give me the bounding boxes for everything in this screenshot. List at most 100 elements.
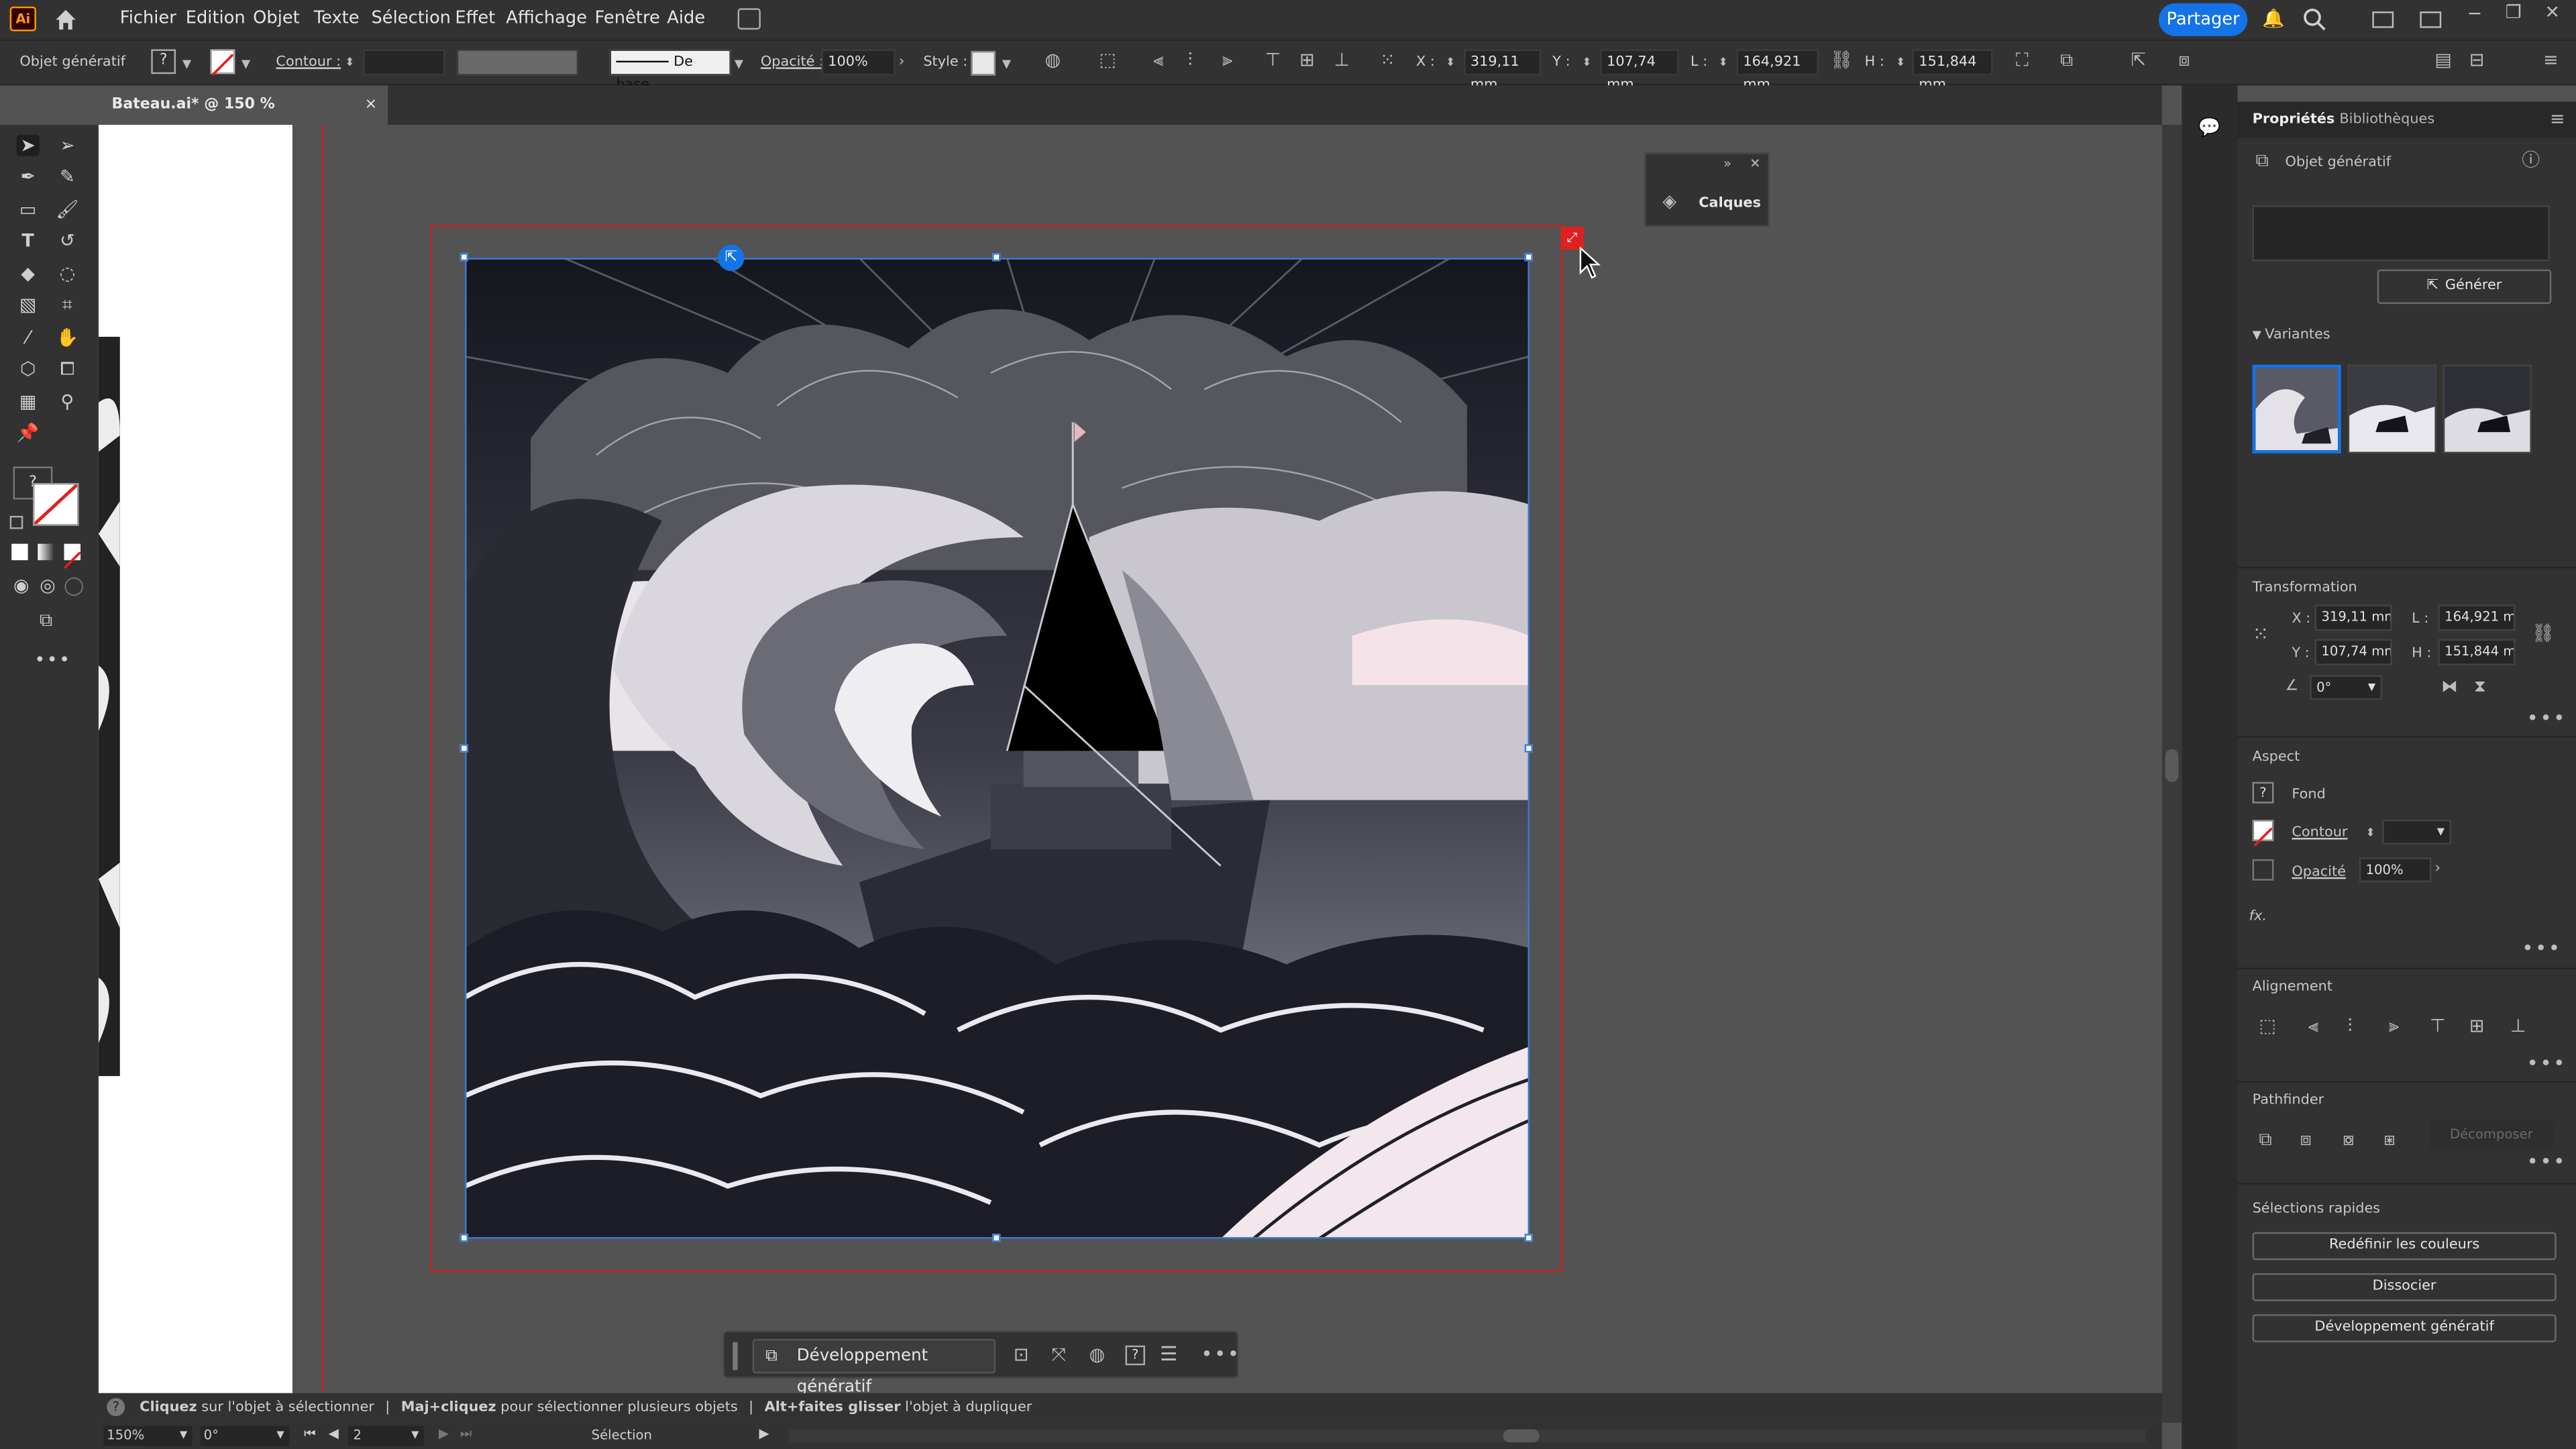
share-button[interactable]: Partager xyxy=(2158,3,2248,36)
document-tab[interactable]: Bateau.ai* @ 150 % (RVB/Aperçu) × xyxy=(98,85,388,153)
constrain-proportions-icon[interactable]: ⛓ xyxy=(1830,50,1853,70)
export-icon[interactable]: ⇱ xyxy=(2131,50,2146,70)
generate-button[interactable]: ⇱ Générer xyxy=(2377,269,2552,305)
curvature-tool-icon[interactable]: ✎ xyxy=(56,166,78,187)
align-right-icon[interactable]: ⫸ xyxy=(1222,50,1232,70)
resize-handle-tl[interactable] xyxy=(460,253,468,262)
layers-icon[interactable]: ◈ xyxy=(1662,191,1676,212)
angle-input[interactable]: 0° ▼ xyxy=(2310,675,2383,700)
panel-layout-icon[interactable] xyxy=(2420,11,2442,28)
menu-effet[interactable]: Effet xyxy=(455,8,495,28)
align-bottom-icon[interactable]: ⊥ xyxy=(1334,50,1350,70)
stroke-weight-input[interactable] xyxy=(363,49,445,76)
align-vcenter-icon[interactable]: ⊞ xyxy=(1299,50,1315,70)
direct-selection-tool-icon[interactable]: ➢ xyxy=(56,135,78,156)
zoom-select[interactable]: 150% ▼ xyxy=(103,1426,193,1446)
selection-tool-icon[interactable]: ➤ xyxy=(16,134,40,156)
eyedropper-tool-icon[interactable]: ⁄ xyxy=(16,327,39,348)
aspect-opacity-input[interactable]: 100% xyxy=(2359,857,2432,883)
align-bottom-icon[interactable]: ⊥ xyxy=(2510,1016,2526,1036)
search-icon[interactable] xyxy=(2303,8,2326,31)
comments-icon[interactable]: 💬 xyxy=(2198,117,2221,138)
artboard-1[interactable] xyxy=(98,125,292,1393)
next-artboard-icon[interactable]: ▶ xyxy=(439,1426,449,1441)
status-menu-arrow-icon[interactable]: ▶ xyxy=(759,1426,769,1441)
aspect-opacity-label[interactable]: Opacité xyxy=(2292,864,2346,880)
transform-h-input[interactable]: 151,844 mm xyxy=(2438,639,2516,665)
info-icon[interactable]: ⓘ xyxy=(2522,150,2540,170)
stepper-icon[interactable]: ⬍ xyxy=(1446,52,1455,72)
transform-w-input[interactable]: 164,921 mm xyxy=(2438,604,2516,631)
flip-horizontal-icon[interactable]: ⧓ xyxy=(2441,678,2457,698)
close-panel-icon[interactable]: ✕ xyxy=(1750,154,1760,174)
resize-handle-bl[interactable] xyxy=(460,1234,468,1242)
none-mode-icon[interactable] xyxy=(63,543,82,570)
stroke-swatch[interactable] xyxy=(210,49,235,76)
stroke-color-icon[interactable] xyxy=(32,483,79,526)
chevron-right-icon[interactable]: › xyxy=(2434,859,2440,879)
menu-fichier[interactable]: Fichier xyxy=(120,8,176,28)
help-icon[interactable]: ? xyxy=(1125,1345,1145,1366)
variants-title[interactable]: ▼ Variantes xyxy=(2253,327,2330,343)
calques-title[interactable]: Calques xyxy=(1699,195,1761,211)
brush-tool-icon[interactable]: 🖌 xyxy=(56,199,78,220)
align-top-icon[interactable]: ⊤ xyxy=(1265,50,1281,70)
expand-icon[interactable]: ⤧ xyxy=(1051,1345,1066,1365)
more-aspect-options-icon[interactable]: ••• xyxy=(2522,936,2561,959)
align-panel-icon[interactable]: ⊟ xyxy=(2469,50,2485,70)
panel-menu-icon[interactable]: ≡ xyxy=(2550,109,2565,129)
recolor-button[interactable]: Redéfinir les couleurs xyxy=(2252,1232,2557,1260)
isolate-icon[interactable]: ⧈ xyxy=(2178,50,2190,70)
pen-tool-icon[interactable]: ✒ xyxy=(16,166,39,187)
align-to-icon[interactable]: ⬚ xyxy=(2259,1016,2275,1036)
gradient-tool-icon[interactable]: ▧ xyxy=(16,294,39,315)
resize-handle-br[interactable] xyxy=(1524,1234,1533,1242)
align-top-icon[interactable]: ⊤ xyxy=(2430,1016,2445,1036)
transform-y-input[interactable]: 107,74 mm xyxy=(2314,639,2392,665)
style-swatch[interactable] xyxy=(971,50,996,76)
zoom-tool-icon[interactable]: ⚲ xyxy=(56,391,78,413)
menu-objet[interactable]: Objet xyxy=(253,8,300,28)
draw-normal-icon[interactable]: ◉ xyxy=(10,575,33,596)
type-tool-icon[interactable]: T xyxy=(16,230,39,252)
more-tools-icon[interactable]: ••• xyxy=(34,649,70,670)
stepper-icon[interactable]: ⬍ xyxy=(1719,52,1728,72)
more-options-icon[interactable]: ••• xyxy=(1201,1342,1240,1365)
menu-aide[interactable]: Aide xyxy=(667,8,705,28)
aspect-stroke-swatch[interactable] xyxy=(2252,820,2274,847)
ungroup-button[interactable]: Dissocier xyxy=(2252,1273,2557,1301)
align-left-icon[interactable]: ⫷ xyxy=(2308,1016,2318,1036)
warp-icon[interactable]: ⧉ xyxy=(2060,50,2073,70)
rectangle-tool-icon[interactable]: ▭ xyxy=(16,199,39,220)
recolor-icon[interactable]: ◍ xyxy=(1089,1345,1106,1365)
tab-proprietes[interactable]: Propriétés xyxy=(2253,112,2335,128)
aspect-stroke-weight-input[interactable]: ▼ xyxy=(2382,820,2451,845)
opacity-input[interactable]: 100% xyxy=(821,49,896,76)
resize-handle-t[interactable] xyxy=(992,253,1001,262)
scroll-thumb[interactable] xyxy=(2165,749,2179,782)
align-to-icon[interactable]: ⬚ xyxy=(1099,50,1116,70)
opacity-label[interactable]: Opacité : xyxy=(761,54,824,70)
resize-handle-b[interactable] xyxy=(992,1234,1001,1242)
transform-x-input[interactable]: 319,11 mm xyxy=(2314,604,2392,631)
calques-panel[interactable]: » ✕ ◈ Calques xyxy=(1644,152,1770,227)
stepper-icon[interactable]: ⬍ xyxy=(345,52,354,72)
panel-menu-icon[interactable]: ≡ xyxy=(2543,50,2559,70)
transform-icon[interactable]: ⛶ xyxy=(2016,50,2029,70)
variant-thumbnail-3[interactable] xyxy=(2443,364,2532,453)
menu-lines-icon[interactable]: ☰ xyxy=(1160,1344,1177,1363)
home-icon[interactable] xyxy=(54,8,77,31)
first-artboard-icon[interactable]: ⏮ xyxy=(304,1426,316,1442)
pin-tool-icon[interactable]: 📌 xyxy=(16,422,40,443)
tab-bibliotheques[interactable]: Bibliothèques xyxy=(2339,112,2434,128)
menu-fenetre[interactable]: Fenêtre xyxy=(595,8,660,28)
default-colors-icon[interactable] xyxy=(9,515,23,529)
fill-swatch[interactable]: ? xyxy=(151,49,176,74)
flip-vertical-icon[interactable]: ⧗ xyxy=(2474,678,2485,698)
generative-expand-button[interactable]: ⧉ Développement génératif xyxy=(752,1338,996,1397)
eraser-tool-icon[interactable]: ◆ xyxy=(16,263,39,284)
menu-texte[interactable]: Texte xyxy=(314,8,360,28)
arrange-documents-icon[interactable] xyxy=(737,8,761,30)
x-input[interactable]: 319,11 mm xyxy=(1464,49,1542,94)
width-input[interactable]: 164,921 mm xyxy=(1736,49,1819,94)
